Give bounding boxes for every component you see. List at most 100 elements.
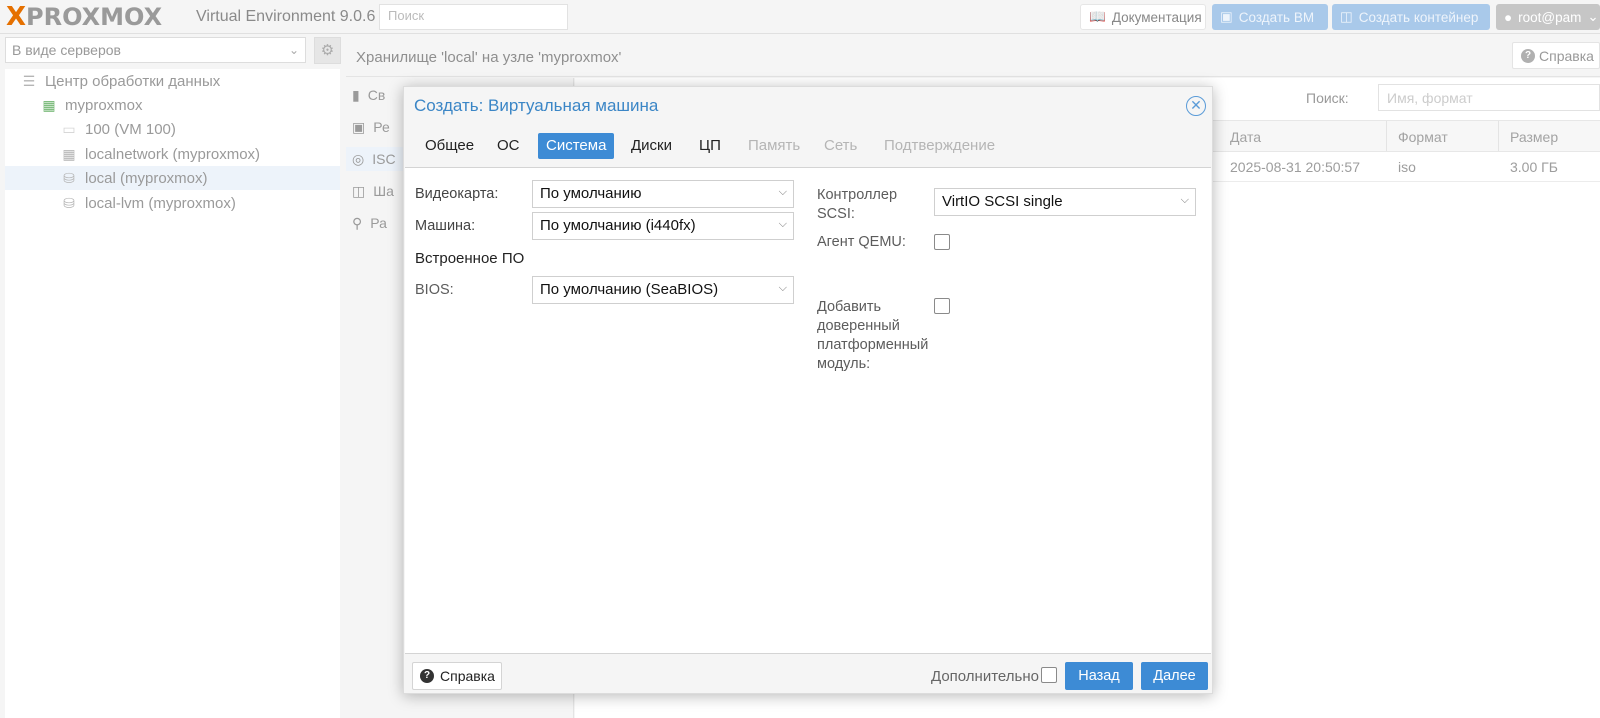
machine-select-value: По умолчанию (i440fx) xyxy=(540,217,696,234)
back-button[interactable]: Назад xyxy=(1065,662,1133,690)
gear-icon[interactable]: ⚙ xyxy=(314,37,341,64)
help-label: Справка xyxy=(1539,47,1594,64)
cell-format: iso xyxy=(1398,159,1416,175)
resource-tree: ☰ Центр обработки данных ▦ myproxmox ▭ 1… xyxy=(5,69,340,718)
column-header-size[interactable]: Размер xyxy=(1510,129,1558,145)
monitor-icon: ▣ xyxy=(1220,9,1233,24)
help-button[interactable]: ? Справка xyxy=(412,662,502,690)
scsi-controller-label-line: SCSI: xyxy=(817,206,855,222)
template-icon: ◫ xyxy=(352,182,366,199)
proxmox-logo: X PROXMOX xyxy=(6,3,162,31)
version-label: Virtual Environment 9.0.6 xyxy=(196,8,376,25)
tree-item-label: local (myproxmox) xyxy=(85,169,208,187)
view-selector[interactable]: В виде серверов ⌄ xyxy=(5,37,306,63)
tree-item-local[interactable]: ⛁ local (myproxmox) xyxy=(5,166,340,190)
gpu-select-value: По умолчанию xyxy=(540,185,642,202)
tab-memory: Память xyxy=(748,137,801,154)
create-vm-dialog: Создать: Виртуальная машина ✕ Общее ОС С… xyxy=(403,86,1213,694)
tpm-label-line: доверенный xyxy=(817,318,900,334)
question-icon: ? xyxy=(1521,48,1535,63)
scsi-controller-select[interactable]: VirtIO SCSI single ⌵ xyxy=(934,188,1196,216)
network-icon: ▦ xyxy=(62,145,76,162)
column-header-format[interactable]: Формат xyxy=(1398,129,1448,145)
scsi-controller-value: VirtIO SCSI single xyxy=(942,193,1063,210)
tree-item-datacenter[interactable]: ☰ Центр обработки данных xyxy=(19,69,221,93)
tab-network: Сеть xyxy=(824,137,858,154)
search-input[interactable]: Имя, формат xyxy=(1378,84,1600,111)
documentation-button[interactable]: 📖 Документация xyxy=(1080,4,1206,30)
create-container-button[interactable]: ◫ Создать контейнер xyxy=(1332,4,1490,30)
chevron-down-icon: ⌵ xyxy=(778,186,787,198)
content-header: Хранилище 'local' на узле 'myproxmox' ? … xyxy=(346,37,1600,77)
book-icon: ▮ xyxy=(352,86,360,103)
cell-date: 2025-08-31 20:50:57 xyxy=(1230,159,1360,175)
qemu-agent-checkbox[interactable] xyxy=(934,234,950,250)
tpm-label: Добавить доверенный платформенный модуль… xyxy=(817,298,928,374)
chevron-down-icon: ⌄ xyxy=(288,43,299,57)
tree-item-network[interactable]: ▦ localnetwork (myproxmox) xyxy=(59,142,260,166)
unlock-icon: ⚲ xyxy=(352,214,363,231)
tpm-checkbox[interactable] xyxy=(934,298,950,314)
floppy-icon: ▣ xyxy=(352,118,366,135)
help-label: Справка xyxy=(440,668,495,684)
dialog-title: Создать: Виртуальная машина xyxy=(414,96,659,115)
next-button[interactable]: Далее xyxy=(1141,662,1208,690)
gpu-select[interactable]: По умолчанию ⌵ xyxy=(532,180,794,208)
tree-item-label: myproxmox xyxy=(65,96,143,114)
tab-os[interactable]: ОС xyxy=(489,133,528,159)
subnav-item-permissions[interactable]: ⚲ Ра xyxy=(352,211,387,235)
question-icon: ? xyxy=(420,669,434,683)
tree-item-label: local-lvm (myproxmox) xyxy=(85,194,236,212)
tab-general[interactable]: Общее xyxy=(417,133,482,159)
view-selector-value: В виде серверов xyxy=(12,42,121,58)
dialog-footer: ? Справка Дополнительно Назад Далее xyxy=(405,655,1211,693)
tree-item-local-lvm[interactable]: ⛁ local-lvm (myproxmox) xyxy=(59,191,236,215)
chevron-down-icon: ⌵ xyxy=(778,282,787,294)
user-label: root@pam xyxy=(1518,9,1582,25)
bios-label: BIOS: xyxy=(415,282,454,298)
create-container-label: Создать контейнер xyxy=(1358,9,1479,25)
tree-item-vm[interactable]: ▭ 100 (VM 100) xyxy=(59,117,176,141)
machine-select[interactable]: По умолчанию (i440fx) ⌵ xyxy=(532,212,794,240)
logo-x-mark: X xyxy=(6,2,27,32)
subnav-item-backups[interactable]: ▣ Ре xyxy=(352,115,390,139)
global-search-input[interactable]: Поиск xyxy=(379,4,568,30)
tpm-label-line: Добавить xyxy=(817,299,882,315)
advanced-label: Дополнительно xyxy=(931,668,1039,685)
tab-system[interactable]: Система xyxy=(538,133,615,159)
gpu-label: Видеокарта: xyxy=(415,186,499,202)
tab-cpu[interactable]: ЦП xyxy=(691,133,729,159)
tpm-label-line: платформенный xyxy=(817,337,929,353)
close-icon[interactable]: ✕ xyxy=(1186,96,1206,116)
create-vm-button[interactable]: ▣ Создать ВМ xyxy=(1212,4,1328,30)
tree-item-label: 100 (VM 100) xyxy=(85,120,176,138)
advanced-checkbox[interactable] xyxy=(1041,667,1057,683)
column-header-date[interactable]: Дата xyxy=(1230,129,1261,145)
search-label: Поиск: xyxy=(1306,90,1349,106)
column-divider xyxy=(1498,121,1499,151)
logo-wordmark: PROXMOX xyxy=(26,3,163,31)
breadcrumb: Хранилище 'local' на узле 'myproxmox' xyxy=(356,49,622,66)
create-vm-label: Создать ВМ xyxy=(1238,9,1315,25)
documentation-label: Документация xyxy=(1111,9,1202,25)
machine-label: Машина: xyxy=(415,218,476,234)
tree-item-label: localnetwork (myproxmox) xyxy=(85,145,261,163)
bios-select[interactable]: По умолчанию (SeaBIOS) ⌵ xyxy=(532,276,794,304)
tpm-label-line: модуль: xyxy=(817,356,871,372)
subnav-label: Ре xyxy=(373,119,390,135)
column-divider xyxy=(1386,121,1387,151)
cell-size: 3.00 ГБ xyxy=(1510,159,1558,175)
tab-disks[interactable]: Диски xyxy=(623,133,680,159)
user-menu-button[interactable]: ● root@pam ⌄ xyxy=(1496,4,1600,30)
cube-icon: ◫ xyxy=(1340,9,1353,24)
dialog-body: Видеокарта: По умолчанию ⌵ Машина: По ум… xyxy=(405,167,1211,654)
subnav-item-summary[interactable]: ▮ Св xyxy=(352,83,385,107)
help-button[interactable]: ? Справка xyxy=(1512,42,1600,69)
user-icon: ● xyxy=(1504,9,1513,25)
disc-icon: ◎ xyxy=(352,150,365,167)
tree-item-label: Центр обработки данных xyxy=(45,72,221,90)
chevron-down-icon: ⌄ xyxy=(1587,9,1599,24)
tree-item-node[interactable]: ▦ myproxmox xyxy=(39,93,143,117)
subnav-item-templates[interactable]: ◫ Ша xyxy=(352,179,394,203)
book-icon: 📖 xyxy=(1089,9,1106,24)
